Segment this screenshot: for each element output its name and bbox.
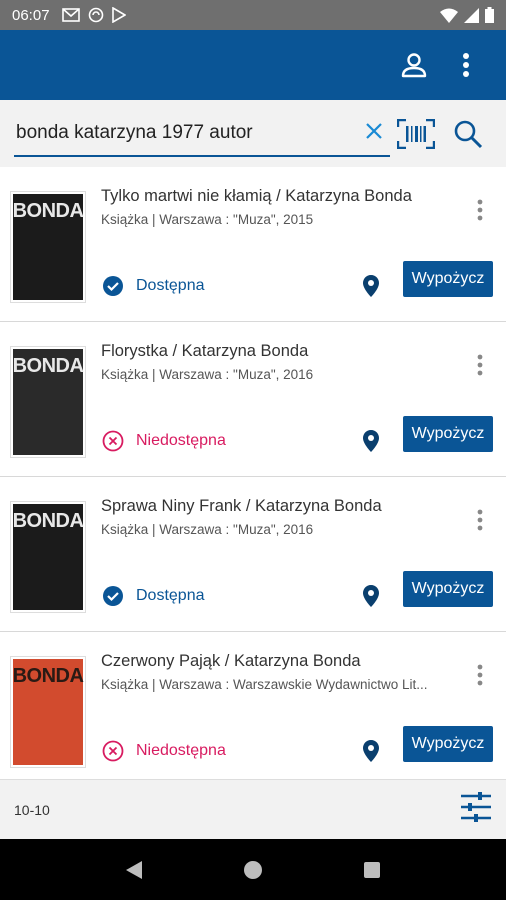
wifi-icon — [440, 8, 458, 23]
result-title[interactable]: Tylko martwi nie kłamią / Katarzyna Bond… — [101, 187, 461, 206]
result-card[interactable]: BONDA​ Czerwony Pająk / Katarzyna Bonda … — [0, 632, 506, 779]
search-row — [0, 100, 506, 167]
result-card[interactable]: BONDA​ Tylko martwi nie kłamią / Katarzy… — [0, 167, 506, 322]
more-vert-icon — [477, 199, 483, 221]
cover-author: BONDA — [12, 665, 84, 687]
result-title[interactable]: Czerwony Pająk / Katarzyna Bonda — [101, 652, 461, 671]
cancel-circle-icon — [102, 740, 124, 762]
close-icon — [366, 122, 382, 139]
book-cover: BONDA​ — [10, 191, 86, 303]
location-button[interactable] — [362, 430, 380, 457]
result-card[interactable]: BONDA​ Florystka / Katarzyna Bonda Książ… — [0, 322, 506, 477]
play-store-notification-icon — [111, 7, 126, 23]
location-pin-icon — [363, 275, 379, 297]
cover-author: BONDA — [12, 510, 84, 532]
more-vert-icon — [477, 354, 483, 376]
recents-icon[interactable] — [363, 861, 381, 879]
result-meta: Książka | Warszawa : "Muza", 2015 — [101, 212, 314, 227]
search-input[interactable] — [14, 121, 354, 144]
back-icon[interactable] — [125, 860, 143, 880]
check-circle-icon — [103, 276, 123, 296]
borrow-button[interactable]: Wypożycz — [403, 261, 493, 297]
signal-icon — [464, 7, 479, 23]
barcode-scan-button[interactable] — [390, 108, 442, 160]
borrow-button[interactable]: Wypożycz — [403, 726, 493, 762]
borrow-button[interactable]: Wypożycz — [403, 571, 493, 607]
location-button[interactable] — [362, 275, 380, 302]
app-bar — [0, 30, 506, 100]
book-cover: BONDA​ — [10, 501, 86, 613]
more-vert-icon — [477, 509, 483, 531]
result-more-button[interactable] — [468, 195, 492, 225]
availability-label: Dostępna — [136, 277, 205, 294]
status-time: 06:07 — [12, 6, 50, 24]
check-circle-icon — [103, 586, 123, 606]
overflow-menu-button[interactable] — [440, 39, 492, 91]
results-list: BONDA​ Tylko martwi nie kłamią / Katarzy… — [0, 167, 506, 779]
result-meta: Książka | Warszawa : "Muza", 2016 — [101, 522, 314, 537]
result-title[interactable]: Florystka / Katarzyna Bonda — [101, 342, 461, 361]
result-meta: Książka | Warszawa : "Muza", 2016 — [101, 367, 314, 382]
results-footer: 10-10 — [0, 779, 506, 839]
search-box — [14, 111, 390, 157]
cover-author: BONDA — [12, 355, 84, 377]
barcode-scan-icon — [397, 118, 435, 149]
location-pin-icon — [363, 585, 379, 607]
more-vert-icon — [463, 53, 469, 77]
result-more-button[interactable] — [468, 660, 492, 690]
filter-sliders-icon — [461, 792, 491, 822]
book-cover: BONDA​ — [10, 656, 86, 768]
status-bar: 06:07 — [0, 0, 506, 30]
availability-label: Dostępna — [136, 587, 205, 604]
availability-status: Dostępna — [102, 585, 205, 607]
availability-status: Niedostępna — [102, 740, 226, 762]
location-pin-icon — [363, 430, 379, 452]
account-icon — [401, 53, 427, 78]
availability-label: Niedostępna — [136, 432, 226, 449]
result-title[interactable]: Sprawa Niny Frank / Katarzyna Bonda — [101, 497, 461, 516]
system-nav-bar — [0, 839, 506, 900]
book-cover: BONDA​ — [10, 346, 86, 458]
result-more-button[interactable] — [468, 350, 492, 380]
search-icon — [454, 120, 483, 148]
availability-label: Niedostępna — [136, 742, 226, 759]
search-button[interactable] — [442, 108, 494, 160]
location-button[interactable] — [362, 585, 380, 612]
borrow-button[interactable]: Wypożycz — [403, 416, 493, 452]
location-pin-icon — [363, 740, 379, 762]
result-more-button[interactable] — [468, 505, 492, 535]
gmail-notification-icon — [61, 8, 80, 22]
results-count: 10-10 — [14, 801, 50, 818]
sync-notification-icon — [88, 7, 103, 23]
location-button[interactable] — [362, 740, 380, 767]
filter-button[interactable] — [460, 792, 492, 827]
home-icon[interactable] — [243, 860, 263, 880]
availability-status: Niedostępna — [102, 430, 226, 452]
cancel-circle-icon — [102, 430, 124, 452]
battery-icon — [485, 7, 494, 23]
clear-search-button[interactable] — [364, 121, 384, 146]
account-button[interactable] — [388, 39, 440, 91]
result-card[interactable]: BONDA​ Sprawa Niny Frank / Katarzyna Bon… — [0, 477, 506, 632]
more-vert-icon — [477, 664, 483, 686]
availability-status: Dostępna — [102, 275, 205, 297]
cover-author: BONDA — [12, 200, 84, 222]
result-meta: Książka | Warszawa : Warszawskie Wydawni… — [101, 677, 428, 692]
